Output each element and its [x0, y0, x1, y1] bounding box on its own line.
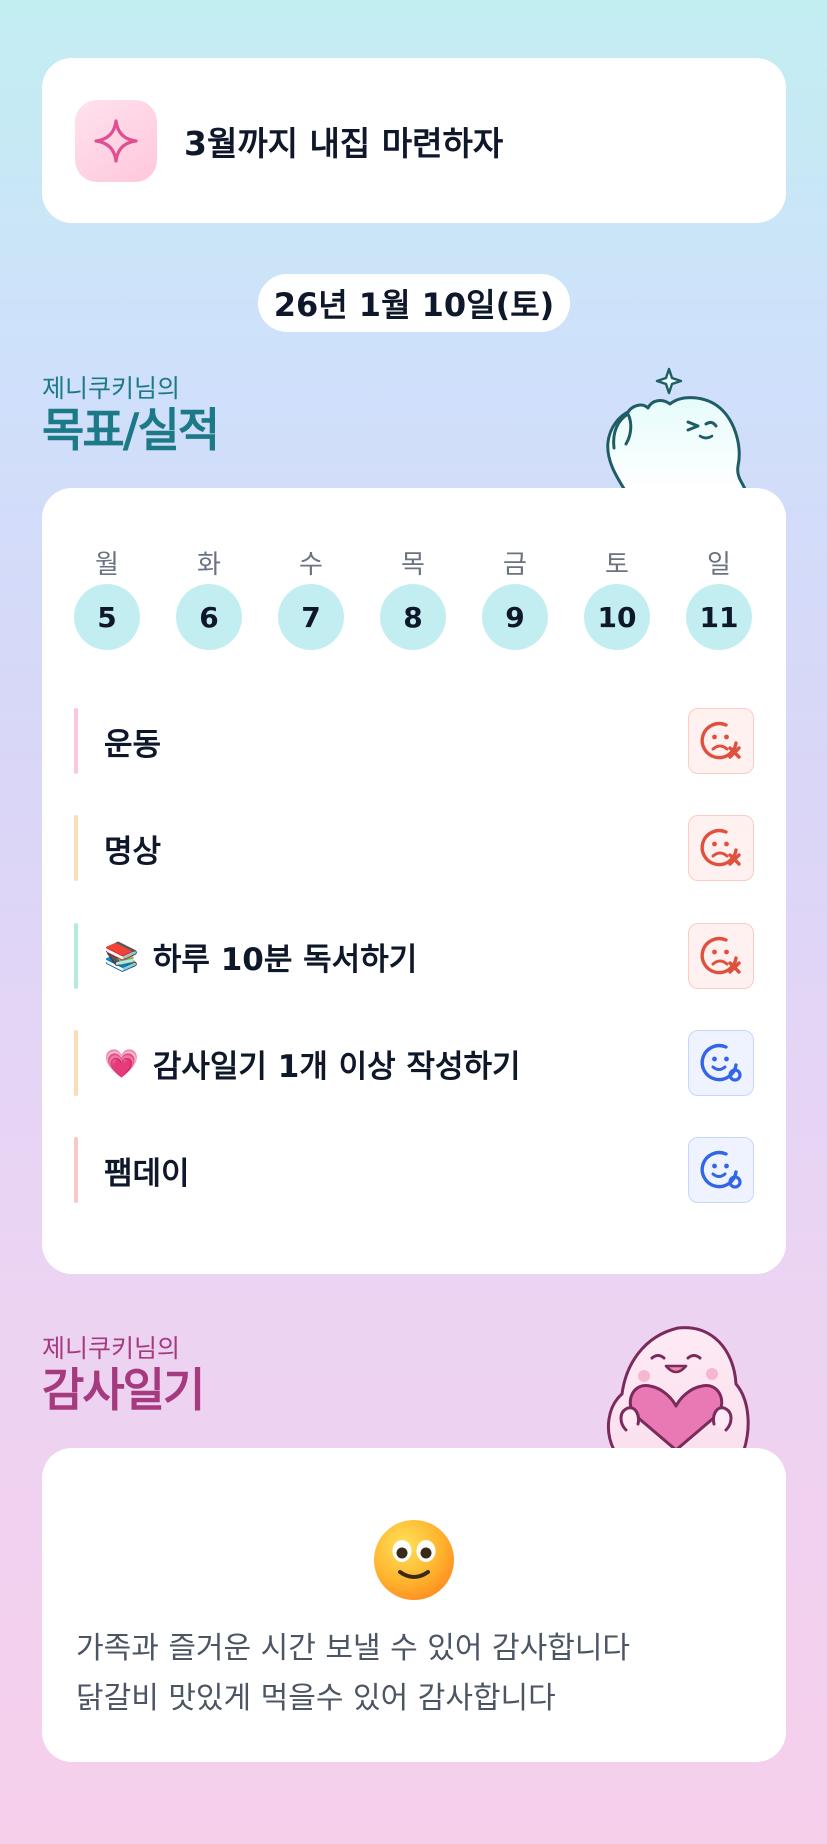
habit-row-reading[interactable]: 📚 하루 10분 독서하기	[74, 923, 754, 989]
smiling-face-icon	[374, 1520, 454, 1600]
day-button[interactable]: 10	[584, 584, 650, 650]
habit-label: 명상	[104, 815, 161, 881]
weekday-label: 토	[605, 550, 629, 580]
date-pill[interactable]: 26년 1월 10일(토)	[258, 274, 570, 332]
sad-face-x-icon	[700, 721, 741, 760]
habit-color-bar	[74, 815, 78, 881]
mascot-heart-illustration	[607, 1326, 750, 1450]
diary-entry-line: 가족과 즐거운 시간 보낼 수 있어 감사합니다	[76, 1631, 631, 1666]
weekday-label: 일	[707, 550, 731, 580]
habit-label-text: 명상	[104, 833, 162, 870]
habit-label: 📚 하루 10분 독서하기	[104, 923, 417, 989]
smile-face-check-icon	[700, 1043, 742, 1082]
diary-entries: 가족과 즐거운 시간 보낼 수 있어 감사합니다 닭갈비 맛있게 먹을수 있어 …	[76, 1624, 756, 1724]
habit-label-text: 운동	[104, 726, 162, 763]
gratitude-diary-card[interactable]: 가족과 즐거운 시간 보낼 수 있어 감사합니다 닭갈비 맛있게 먹을수 있어 …	[42, 1448, 786, 1762]
goals-section-subtitle: 제니쿠키님의	[42, 374, 181, 403]
habit-row-exercise[interactable]: 운동	[74, 708, 754, 774]
habit-row-family-day[interactable]: 팸데이	[74, 1137, 754, 1203]
heart-icon: 💗	[104, 1046, 139, 1080]
status-done-button[interactable]	[688, 1030, 754, 1096]
weekday-label: 월	[95, 550, 119, 580]
habit-label: 💗 감사일기 1개 이상 작성하기	[104, 1030, 521, 1096]
status-fail-button[interactable]	[688, 708, 754, 774]
goals-section-heading: 목표/실적	[42, 403, 220, 457]
books-icon: 📚	[104, 939, 139, 973]
diary-section-subtitle: 제니쿠키님의	[42, 1334, 181, 1363]
goal-card[interactable]: 3월까지 내집 마련하자	[42, 58, 786, 223]
habit-label-text: 감사일기 1개 이상 작성하기	[152, 1048, 521, 1085]
day-button[interactable]: 11	[686, 584, 752, 650]
habit-color-bar	[74, 1030, 78, 1096]
status-fail-button[interactable]	[688, 815, 754, 881]
day-button[interactable]: 9	[482, 584, 548, 650]
diary-entry-line: 닭갈비 맛있게 먹을수 있어 감사합니다	[76, 1681, 556, 1716]
goals-section-title: 제니쿠키님의 목표/실적	[42, 374, 220, 457]
goal-text: 3월까지 내집 마련하자	[184, 123, 504, 163]
habit-label-text: 하루 10분 독서하기	[152, 941, 418, 978]
day-button[interactable]: 8	[380, 584, 446, 650]
habit-color-bar	[74, 923, 78, 989]
habit-color-bar	[74, 708, 78, 774]
weekday-label: 수	[299, 550, 323, 580]
habit-label: 팸데이	[104, 1137, 190, 1203]
day-button[interactable]: 5	[74, 584, 140, 650]
smile-face-check-icon	[700, 1150, 742, 1189]
day-button[interactable]: 7	[278, 584, 344, 650]
status-fail-button[interactable]	[688, 923, 754, 989]
diary-section-title: 제니쿠키님의 감사일기	[42, 1334, 205, 1417]
goal-tracker-card: 월 화 수 목 금 토 일 5 6 7 8 9 10 11 운동 명상 📚 하루…	[42, 488, 786, 1274]
mascot-thumbs-up-illustration	[606, 367, 748, 492]
weekday-label: 금	[503, 550, 527, 580]
habit-color-bar	[74, 1137, 78, 1203]
habit-row-gratitude-journal[interactable]: 💗 감사일기 1개 이상 작성하기	[74, 1030, 754, 1096]
habit-label-text: 팸데이	[104, 1155, 190, 1192]
habit-label: 운동	[104, 708, 161, 774]
weekday-label: 목	[401, 550, 425, 580]
weekday-label: 화	[197, 550, 221, 580]
sparkle-icon	[75, 99, 157, 182]
sad-face-x-icon	[700, 828, 741, 867]
sad-face-x-icon	[700, 936, 741, 975]
status-done-button[interactable]	[688, 1137, 754, 1203]
day-button[interactable]: 6	[176, 584, 242, 650]
habit-row-meditation[interactable]: 명상	[74, 815, 754, 881]
diary-section-heading: 감사일기	[42, 1363, 205, 1417]
